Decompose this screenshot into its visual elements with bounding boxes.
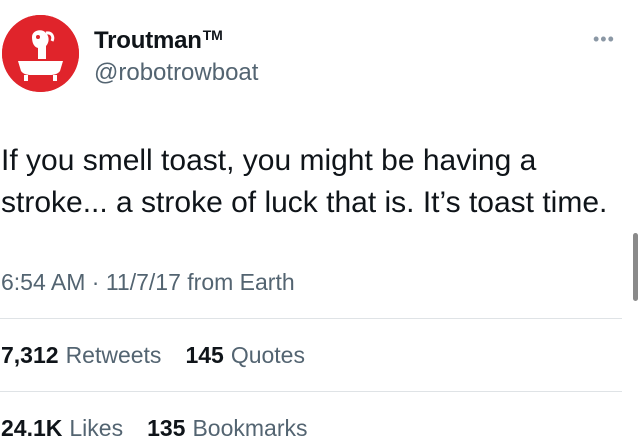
more-options-icon[interactable]: ••• (593, 30, 615, 48)
bookmarks-count: 135 (147, 415, 186, 441)
tweet-text: If you smell toast, you might be having … (1, 140, 631, 224)
stats-row-likes-bookmarks: 24.1K Likes 135 Bookmarks (1, 414, 332, 442)
quotes-stat[interactable]: 145 Quotes (185, 341, 305, 369)
tweet-text-line: If you smell toast, you might be having … (1, 144, 537, 177)
retweets-label: Retweets (65, 342, 162, 368)
author-name[interactable]: Troutman TM (94, 27, 223, 55)
tweet-meta: 6:54 AM · 11/7/17 from Earth (1, 268, 295, 296)
robot-rowboat-logo-icon (2, 15, 79, 92)
retweets-count: 7,312 (1, 342, 59, 368)
bookmarks-stat[interactable]: 135 Bookmarks (147, 414, 307, 442)
quotes-count: 145 (185, 342, 224, 368)
bookmarks-label: Bookmarks (192, 415, 308, 441)
scrollbar[interactable] (633, 233, 638, 301)
tweet-time[interactable]: 6:54 AM (1, 269, 85, 295)
divider (0, 318, 622, 319)
author-handle[interactable]: @robotrowboat (94, 59, 258, 87)
meta-separator: · (91, 269, 100, 295)
likes-count: 24.1K (1, 415, 63, 441)
likes-stat[interactable]: 24.1K Likes (1, 414, 123, 442)
stats-row-retweets-quotes: 7,312 Retweets 145 Quotes (1, 341, 329, 369)
avatar[interactable] (2, 15, 79, 92)
tweet-source[interactable]: from Earth (187, 269, 294, 295)
likes-label: Likes (69, 415, 124, 441)
retweets-stat[interactable]: 7,312 Retweets (1, 341, 161, 369)
divider (0, 391, 622, 392)
trademark-mark: TM (202, 27, 223, 43)
quotes-label: Quotes (230, 342, 305, 368)
tweet-date[interactable]: 11/7/17 (106, 269, 181, 295)
tweet-text-line: stroke... a stroke of luck that is. It’s… (1, 186, 608, 219)
display-name: Troutman (94, 27, 202, 54)
